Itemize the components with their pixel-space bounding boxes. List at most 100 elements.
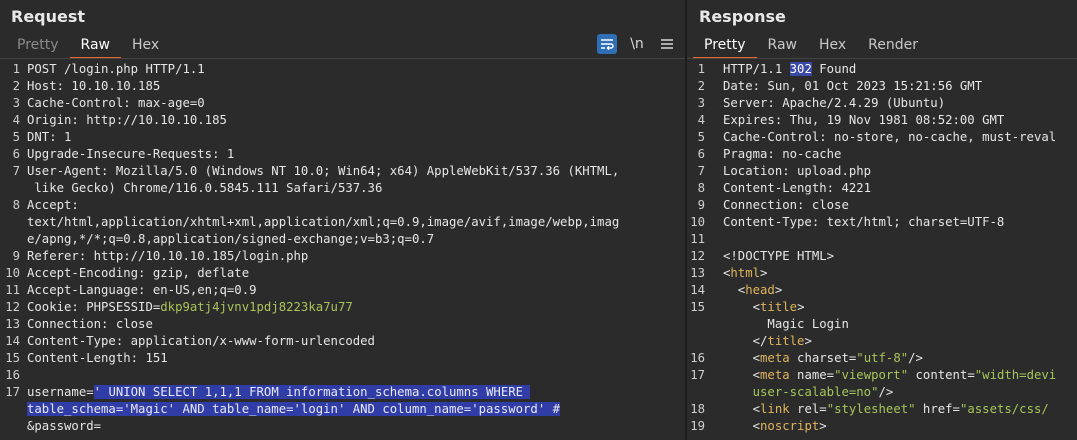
code-token: <: [723, 402, 761, 416]
code-token: <: [723, 419, 761, 433]
line-text: Accept:: [27, 197, 79, 214]
line-text: Date: Sun, 01 Oct 2023 15:21:56 GMT: [723, 78, 982, 95]
code-line: 9 Connection: close: [687, 197, 1077, 214]
tab-raw[interactable]: Raw: [69, 34, 121, 59]
line-number: 7: [12, 164, 20, 178]
line-text: POST /login.php HTTP/1.1: [27, 61, 205, 78]
code-token: </: [723, 334, 768, 348]
code-token: Host: 10.10.10.185: [27, 79, 161, 93]
line-number: 11: [5, 283, 20, 297]
line-text: Magic Login: [723, 316, 849, 333]
menu-glyph: [661, 39, 673, 49]
response-editor[interactable]: 1 HTTP/1.1 302 Found 2 Date: Sun, 01 Oct 20…: [687, 61, 1077, 435]
line-number: 19: [690, 419, 705, 433]
line-number: 11: [690, 232, 705, 246]
code-token: <: [723, 300, 761, 314]
tab-raw[interactable]: Raw: [757, 34, 808, 57]
line-text: Connection: close: [723, 197, 849, 214]
wrap-lines-glyph: [601, 39, 614, 50]
code-line: 9 Referer: http://10.10.10.185/login.php: [0, 248, 685, 265]
line-number: 18: [690, 402, 705, 416]
code-token: link: [760, 402, 790, 416]
code-line: 2 Date: Sun, 01 Oct 2023 15:21:56 GMT: [687, 78, 1077, 95]
code-line: 2 Host: 10.10.10.185: [0, 78, 685, 95]
line-text: Pragma: no-cache: [723, 146, 841, 163]
line-number: 3: [697, 96, 705, 110]
code-token: Accept-Encoding: gzip, deflate: [27, 266, 250, 280]
request-editor[interactable]: 1 POST /login.php HTTP/1.1 2 Host: 10.10.10…: [0, 61, 685, 435]
response-title: Response: [699, 7, 786, 26]
code-token: dkp9atj4jvnv1pdj8223ka7u77: [160, 300, 353, 314]
code-line: 6 Pragma: no-cache: [687, 146, 1077, 163]
code-token: <!DOCTYPE HTML>: [723, 249, 835, 263]
code-token: >: [760, 266, 768, 280]
line-text: Referer: http://10.10.10.185/login.php: [27, 248, 308, 265]
code-line: 15 <title>: [687, 299, 1077, 316]
code-token: Content-Type: application/x-www-form-url…: [27, 334, 375, 348]
code-line: 14 Content-Type: application/x-www-form-u…: [0, 333, 685, 350]
code-token: username=: [27, 385, 94, 399]
code-token: Referer: http://10.10.10.185/login.php: [27, 249, 309, 263]
code-line: 1 HTTP/1.1 302 Found: [687, 61, 1077, 78]
code-line: 10 Accept-Encoding: gzip, deflate: [0, 265, 685, 282]
wrap-lines-icon[interactable]: [597, 34, 617, 54]
line-text: &password=: [27, 418, 101, 435]
code-token: e/apng,*/*;q=0.8,application/signed-exch…: [27, 232, 435, 246]
code-token: POST /login.php HTTP/1.1: [27, 62, 205, 76]
search-highlight: 302: [789, 62, 812, 76]
code-token: Connection: close: [723, 198, 849, 212]
line-text: user-scalable=no"/>: [723, 384, 894, 401]
line-text: Content-Length: 4221: [723, 180, 871, 197]
code-line: 17 <meta name="viewport" content="width=…: [687, 367, 1077, 384]
line-text: Content-Length: 151: [27, 350, 168, 367]
tab-pretty[interactable]: Pretty: [6, 34, 70, 57]
line-number: 14: [690, 283, 705, 297]
tab-render[interactable]: Render: [857, 34, 929, 57]
code-token: Date: Sun, 01 Oct 2023 15:21:56 GMT: [723, 79, 983, 93]
line-number: 15: [690, 300, 705, 314]
code-line: 17 username=' UNION SELECT 1,1,1 FROM inf…: [0, 384, 685, 401]
line-text: <!DOCTYPE HTML>: [723, 248, 834, 265]
line-number: 17: [690, 368, 705, 382]
code-token: Cache-Control: max-age=0: [27, 96, 205, 110]
code-line: 13 <html>: [687, 265, 1077, 282]
code-line: 8 Content-Length: 4221: [687, 180, 1077, 197]
code-line: 4 Origin: http://10.10.10.185: [0, 112, 685, 129]
code-line: &password=: [0, 418, 685, 435]
code-line: e/apng,*/*;q=0.8,application/signed-exch…: [0, 231, 685, 248]
code-token: />: [878, 385, 894, 399]
code-line: Magic Login: [687, 316, 1077, 333]
line-number: 17: [5, 385, 20, 399]
tab-hex[interactable]: Hex: [121, 34, 170, 57]
code-line: 14 <head>: [687, 282, 1077, 299]
code-token: Content-Type: text/html; charset=UTF-8: [723, 215, 1005, 229]
code-line: 7 Location: upload.php: [687, 163, 1077, 180]
tab-pretty[interactable]: Pretty: [693, 34, 757, 59]
code-token: Magic Login: [723, 317, 849, 331]
line-number: 8: [697, 181, 705, 195]
line-text: Content-Type: text/html; charset=UTF-8: [723, 214, 1004, 231]
code-line: 5 DNT: 1: [0, 129, 685, 146]
line-text: Cache-Control: max-age=0: [27, 95, 205, 112]
code-token: Found: [811, 62, 857, 76]
code-token: name=: [789, 368, 835, 382]
hamburger-menu-icon[interactable]: [657, 34, 677, 54]
line-text: <head>: [723, 282, 782, 299]
code-token: head: [745, 283, 775, 297]
code-token: >: [774, 283, 783, 297]
line-text: </title>: [723, 333, 812, 350]
line-text: e/apng,*/*;q=0.8,application/signed-exch…: [27, 231, 434, 248]
code-token: text/html,application/xhtml+xml,applicat…: [27, 215, 620, 229]
newline-toggle-button[interactable]: \n: [627, 34, 647, 54]
code-line: 16 <meta charset="utf-8"/>: [687, 350, 1077, 367]
line-text: <html>: [723, 265, 767, 282]
line-number: 13: [690, 266, 705, 280]
code-line: 3 Server: Apache/2.4.29 (Ubuntu): [687, 95, 1077, 112]
code-token: content=: [908, 368, 975, 382]
code-line: 16: [0, 367, 685, 384]
response-tabs: Pretty Raw Hex Render: [693, 34, 929, 59]
code-token: Server: Apache/2.4.29 (Ubuntu): [723, 96, 946, 110]
tab-hex[interactable]: Hex: [808, 34, 857, 57]
code-token: User-Agent: Mozilla/5.0 (Windows NT 10.0…: [27, 164, 620, 178]
code-token: Accept:: [27, 198, 79, 212]
